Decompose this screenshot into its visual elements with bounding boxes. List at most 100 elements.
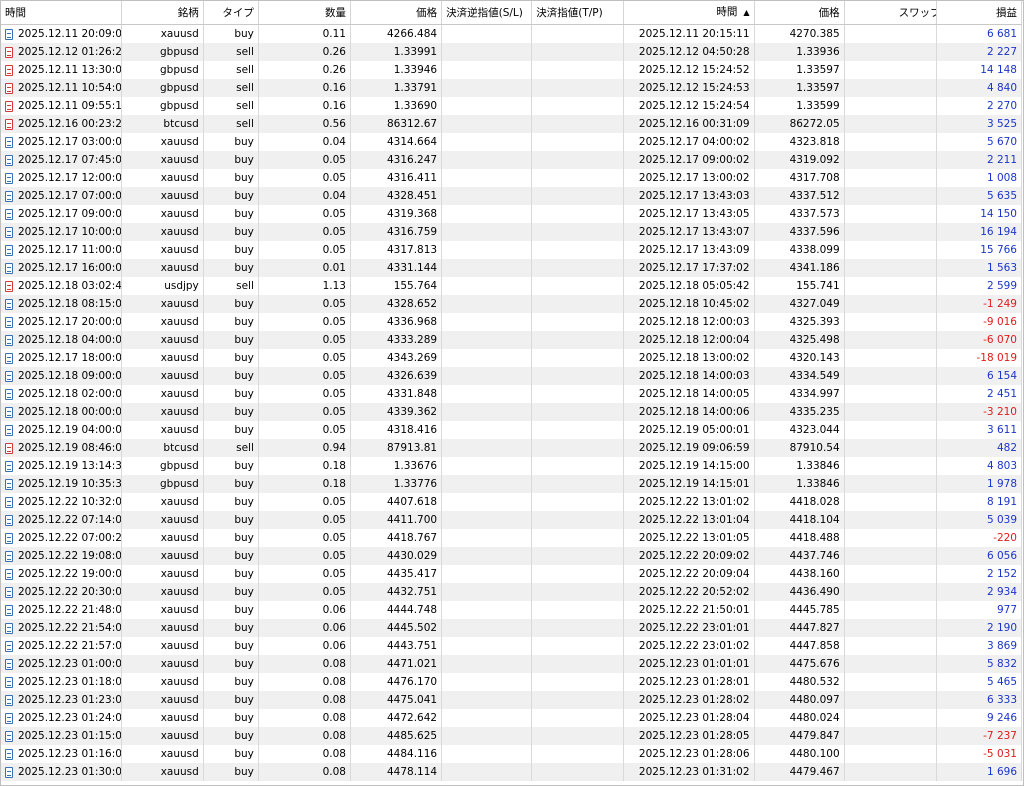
table-row[interactable]: 2025.12.23 01:15:01 xauusd buy 0.08 4485.625… [1, 727, 1023, 745]
cell-type: sell [203, 43, 259, 61]
cell-symbol: xauusd [121, 691, 204, 709]
cell-close-time: 2025.12.23 01:28:04 [623, 709, 755, 727]
table-row[interactable]: 2025.12.11 10:54:05 gbpusd sell 0.16 1.33791… [1, 79, 1023, 97]
table-row[interactable]: 2025.12.22 19:00:02 xauusd buy 0.05 4435.417… [1, 565, 1023, 583]
column-header-volume[interactable]: 数量 [258, 1, 351, 25]
cell-profit: 2 934 [936, 583, 1023, 601]
table-row[interactable]: 2025.12.22 07:00:26 xauusd buy 0.05 4418.767… [1, 529, 1023, 547]
cell-volume-value: 0.05 [322, 154, 346, 166]
cell-open-price: 4331.848 [350, 385, 443, 403]
table-row[interactable]: 2025.12.23 01:23:01 xauusd buy 0.08 4475.041… [1, 691, 1023, 709]
table-row[interactable]: 2025.12.22 21:54:01 xauusd buy 0.06 4445.502… [1, 619, 1023, 637]
cell-profit: 5 039 [936, 511, 1023, 529]
table-row[interactable]: 2025.12.17 11:00:02 xauusd buy 0.05 4317.813… [1, 241, 1023, 259]
cell-symbol-value: xauusd [160, 370, 199, 382]
column-header-type[interactable]: タイプ [203, 1, 259, 25]
cell-symbol: xauusd [121, 637, 204, 655]
cell-open-time: 2025.12.19 13:14:32 [1, 457, 122, 475]
cell-open-price: 4435.417 [350, 565, 443, 583]
column-header-profit[interactable]: 損益 [936, 1, 1023, 25]
table-row[interactable]: 2025.12.23 01:18:02 xauusd buy 0.08 4476.170… [1, 673, 1023, 691]
cell-stop-loss [441, 24, 533, 43]
column-header-symbol[interactable]: 銘柄 [121, 1, 204, 25]
table-row[interactable]: 2025.12.17 20:00:02 xauusd buy 0.05 4336.968… [1, 313, 1023, 331]
buy-deal-icon [5, 622, 13, 634]
cell-close-price-value: 1.33936 [796, 46, 840, 58]
table-row[interactable]: 2025.12.23 01:16:02 xauusd buy 0.08 4484.116… [1, 745, 1023, 763]
column-header-open-price[interactable]: 価格 [350, 1, 443, 25]
cell-close-time-value: 2025.12.18 12:00:03 [638, 316, 750, 328]
cell-open-time: 2025.12.17 07:00:01 [1, 187, 122, 205]
table-row[interactable]: 2025.12.19 13:14:32 gbpusd buy 0.18 1.33676 2… [1, 457, 1023, 475]
cell-symbol: gbpusd [121, 79, 204, 97]
table-row[interactable]: 2025.12.23 01:30:01 xauusd buy 0.08 4478.114… [1, 763, 1023, 781]
table-row[interactable]: 2025.12.16 00:23:25 btcusd sell 0.56 86312.6… [1, 115, 1023, 133]
table-row[interactable]: 2025.12.12 01:26:25 gbpusd sell 0.26 1.33991… [1, 43, 1023, 61]
table-row[interactable]: 2025.12.22 10:32:00 xauusd buy 0.05 4407.618… [1, 493, 1023, 511]
table-row[interactable]: 2025.12.19 08:46:05 btcusd sell 0.94 87913.8… [1, 439, 1023, 457]
cell-swap [844, 187, 937, 205]
table-row[interactable]: 2025.12.19 10:35:36 gbpusd buy 0.18 1.33776 2… [1, 475, 1023, 493]
cell-close-price: 1.33599 [754, 97, 845, 115]
table-row[interactable]: 2025.12.18 04:00:01 xauusd buy 0.05 4333.289… [1, 331, 1023, 349]
column-header-open-time[interactable]: 時間 [1, 1, 122, 25]
cell-volume-value: 0.08 [322, 766, 346, 778]
cell-volume-value: 0.26 [322, 64, 346, 76]
cell-open-price-value: 4339.362 [387, 406, 438, 418]
table-row[interactable]: 2025.12.19 04:00:02 xauusd buy 0.05 4318.416… [1, 421, 1023, 439]
table-row[interactable]: 2025.12.22 20:30:02 xauusd buy 0.05 4432.751… [1, 583, 1023, 601]
buy-deal-icon [5, 604, 13, 616]
cell-type: sell [203, 439, 259, 457]
cell-close-time-value: 2025.12.22 23:01:02 [638, 640, 750, 652]
cell-take-profit [531, 583, 625, 601]
buy-deal-icon [5, 514, 13, 526]
cell-close-price-value: 4323.818 [789, 136, 840, 148]
cell-open-price: 4445.502 [350, 619, 443, 637]
cell-open-price: 4326.639 [350, 367, 443, 385]
table-row[interactable]: 2025.12.22 19:08:02 xauusd buy 0.05 4430.029… [1, 547, 1023, 565]
table-row[interactable]: 2025.12.11 20:09:01 xauusd buy 0.11 4266.484… [1, 24, 1023, 43]
table-row[interactable]: 2025.12.18 03:02:43 usdjpy sell 1.13 155.764… [1, 277, 1023, 295]
table-row[interactable]: 2025.12.22 07:14:01 xauusd buy 0.05 4411.700… [1, 511, 1023, 529]
cell-open-time-value: 2025.12.17 18:00:02 [18, 352, 122, 364]
cell-volume: 0.08 [258, 709, 351, 727]
table-row[interactable]: 2025.12.17 07:00:01 xauusd buy 0.04 4328.451… [1, 187, 1023, 205]
cell-open-time-value: 2025.12.17 10:00:02 [18, 226, 122, 238]
table-row[interactable]: 2025.12.17 03:00:01 xauusd buy 0.04 4314.664… [1, 133, 1023, 151]
cell-open-price-value: 4326.639 [387, 370, 438, 382]
cell-open-time: 2025.12.22 21:48:01 [1, 601, 122, 619]
table-row[interactable]: 2025.12.17 10:00:02 xauusd buy 0.05 4316.759… [1, 223, 1023, 241]
table-row[interactable]: 2025.12.17 09:00:03 xauusd buy 0.05 4319.368… [1, 205, 1023, 223]
column-header-stop-loss[interactable]: 決済逆指値(S/L) [441, 1, 533, 25]
table-row[interactable]: 2025.12.11 09:55:11 gbpusd sell 0.16 1.33690… [1, 97, 1023, 115]
table-row[interactable]: 2025.12.17 12:00:02 xauusd buy 0.05 4316.411… [1, 169, 1023, 187]
buy-deal-icon [5, 298, 13, 310]
cell-type-value: buy [234, 208, 254, 220]
column-header-close-time[interactable]: 時間 ▲ [623, 1, 755, 25]
sell-deal-icon [5, 64, 13, 76]
column-header-close-price[interactable]: 価格 [754, 1, 845, 25]
table-row[interactable]: 2025.12.18 09:00:02 xauusd buy 0.05 4326.639… [1, 367, 1023, 385]
cell-type-value: buy [234, 604, 254, 616]
cell-profit-value: -9 016 [983, 316, 1017, 328]
table-row[interactable]: 2025.12.11 13:30:01 gbpusd sell 0.26 1.33946… [1, 61, 1023, 79]
table-row[interactable]: 2025.12.23 01:24:01 xauusd buy 0.08 4472.642… [1, 709, 1023, 727]
table-row[interactable]: 2025.12.18 00:00:02 xauusd buy 0.05 4339.362… [1, 403, 1023, 421]
table-row[interactable]: 2025.12.18 08:15:02 xauusd buy 0.05 4328.652… [1, 295, 1023, 313]
cell-close-time: 2025.12.22 13:01:04 [623, 511, 755, 529]
cell-open-price-value: 4333.289 [387, 334, 438, 346]
table-row[interactable]: 2025.12.18 02:00:02 xauusd buy 0.05 4331.848… [1, 385, 1023, 403]
table-row[interactable]: 2025.12.22 21:48:01 xauusd buy 0.06 4444.748… [1, 601, 1023, 619]
table-row[interactable]: 2025.12.17 07:45:02 xauusd buy 0.05 4316.247… [1, 151, 1023, 169]
table-row[interactable]: 2025.12.17 16:00:02 xauusd buy 0.01 4331.144… [1, 259, 1023, 277]
column-header-take-profit[interactable]: 決済指値(T/P) [531, 1, 625, 25]
cell-swap [844, 97, 937, 115]
table-row[interactable]: 2025.12.17 18:00:02 xauusd buy 0.05 4343.269… [1, 349, 1023, 367]
column-header-swap[interactable]: スワップ [844, 1, 937, 25]
table-row[interactable]: 2025.12.23 01:00:01 xauusd buy 0.08 4471.021… [1, 655, 1023, 673]
cell-profit-value: 16 194 [980, 226, 1017, 238]
cell-volume-value: 0.18 [322, 460, 346, 472]
table-row[interactable]: 2025.12.22 21:57:01 xauusd buy 0.06 4443.751… [1, 637, 1023, 655]
cell-open-price: 4316.247 [350, 151, 443, 169]
cell-open-price: 4316.411 [350, 169, 443, 187]
